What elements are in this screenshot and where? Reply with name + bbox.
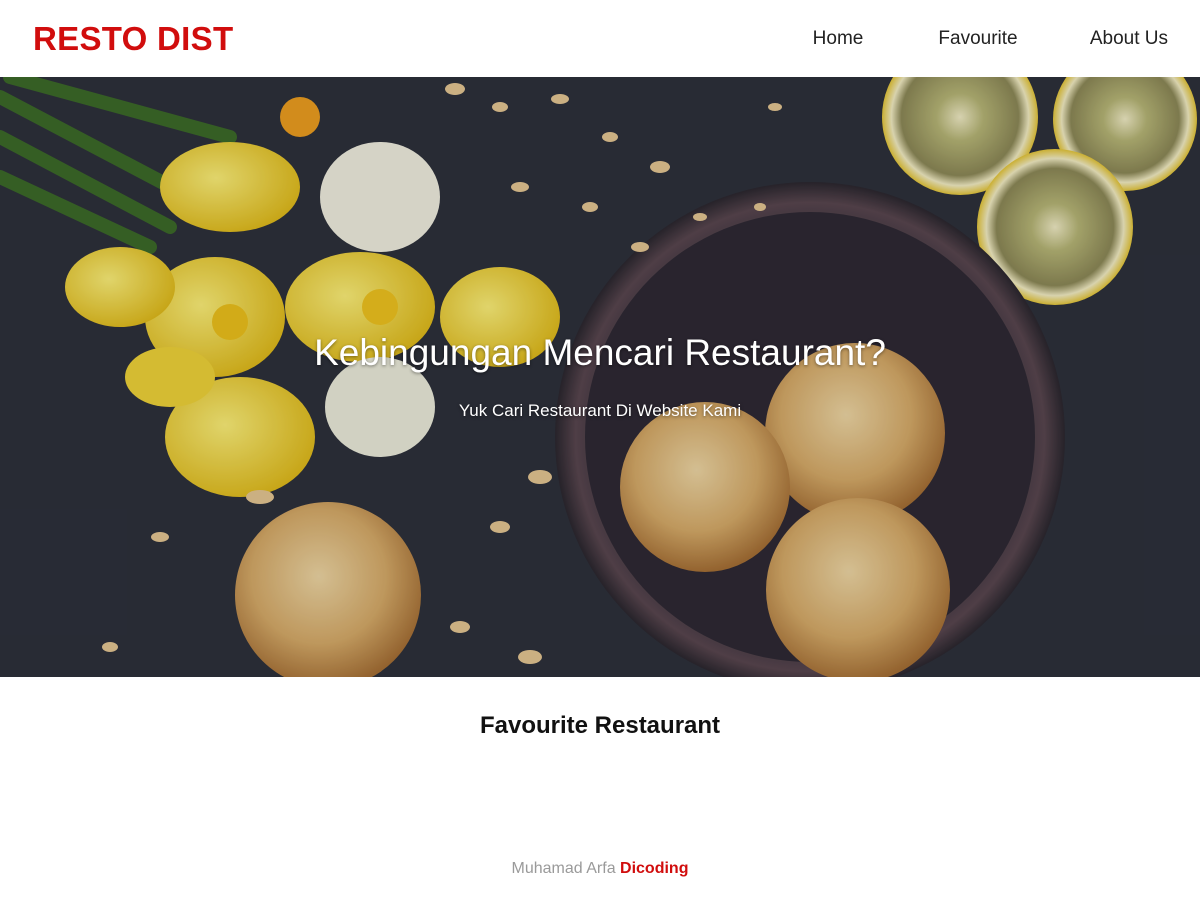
nav-about-link[interactable]: About Us	[1048, 28, 1168, 50]
main-nav: Home Favourite About Us	[768, 0, 1168, 77]
brand-logo[interactable]: RESTO DIST	[33, 20, 233, 58]
nav-favourite-link[interactable]: Favourite	[908, 28, 1048, 50]
app-header: RESTO DIST Home Favourite About Us	[0, 0, 1200, 77]
hero-banner: Kebingungan Mencari Restaurant? Yuk Cari…	[0, 77, 1200, 677]
footer-author: Muhamad Arfa	[511, 860, 621, 877]
footer-dicoding-link[interactable]: Dicoding	[620, 860, 688, 877]
hero-title: Kebingungan Mencari Restaurant?	[314, 332, 886, 373]
favourite-section-title: Favourite Restaurant	[479, 712, 721, 739]
hero-overlay	[0, 77, 1200, 677]
page-footer: Muhamad Arfa Dicoding	[0, 860, 1200, 878]
hero-subtitle: Yuk Cari Restaurant Di Website Kami	[458, 401, 742, 420]
nav-home-link[interactable]: Home	[768, 28, 908, 50]
